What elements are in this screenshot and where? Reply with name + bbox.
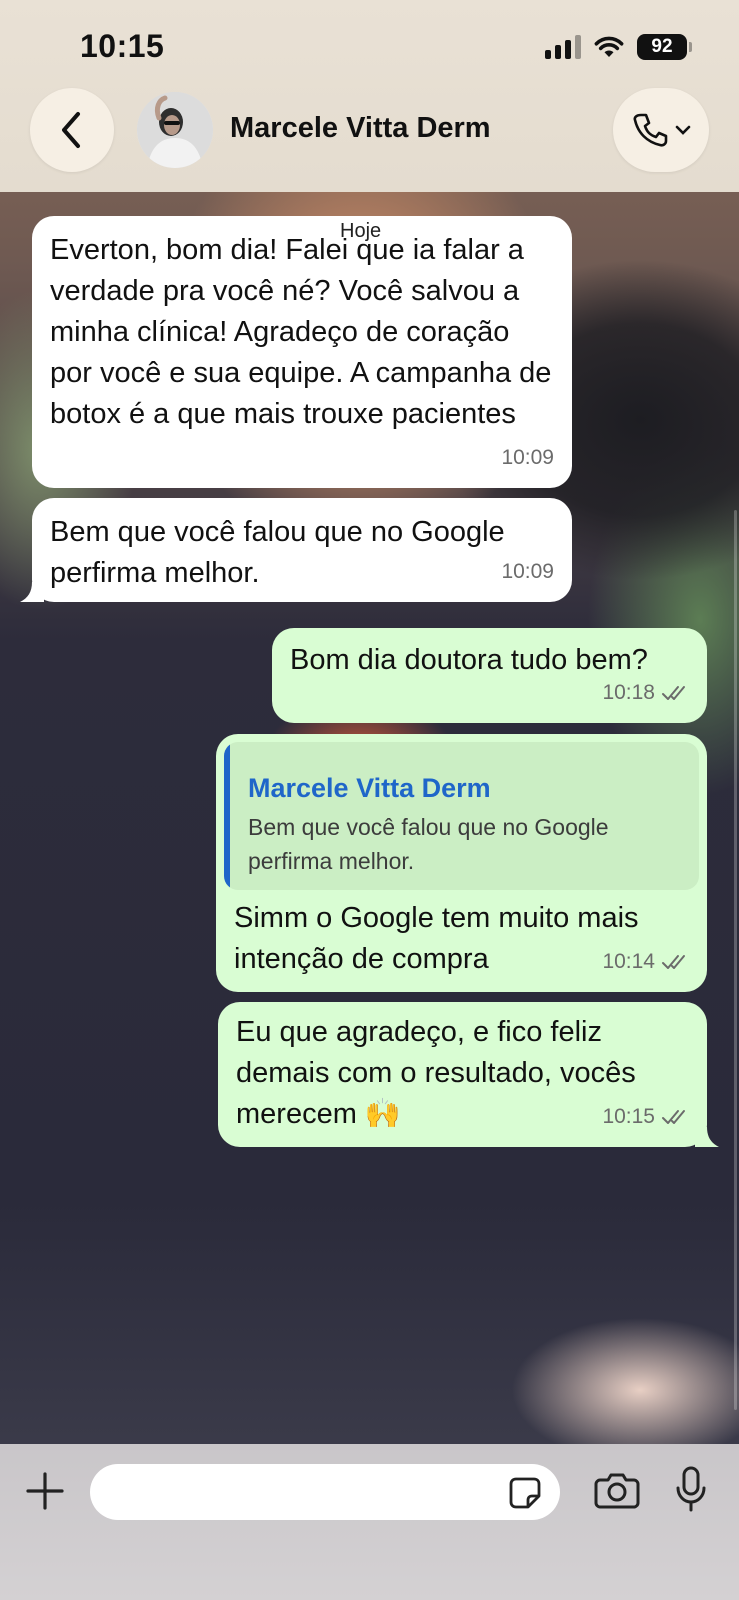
wifi-icon xyxy=(594,36,624,57)
message-time: 10:09 xyxy=(501,446,554,469)
avatar[interactable] xyxy=(137,92,213,168)
double-check-icon xyxy=(661,1108,689,1126)
contact-name[interactable]: Marcele Vitta Derm xyxy=(230,112,491,145)
message-outgoing[interactable]: Eu que agradeço, e fico feliz demais com… xyxy=(218,1002,719,1147)
chevron-down-icon xyxy=(675,125,691,135)
message-outgoing[interactable]: Bom dia doutora tudo bem? 10:18 xyxy=(272,628,707,723)
double-check-icon xyxy=(661,684,689,702)
sticker-icon[interactable] xyxy=(508,1476,542,1510)
chevron-left-icon xyxy=(62,112,80,148)
message-incoming[interactable]: Everton, bom dia! Falei que ia falar a v… xyxy=(32,216,572,488)
bubble-tail xyxy=(695,1127,719,1147)
quoted-author: Marcele Vitta Derm xyxy=(248,773,491,803)
quoted-text: Bem que você falou que no Google perfirm… xyxy=(248,814,609,874)
camera-icon[interactable] xyxy=(594,1470,640,1510)
phone-icon xyxy=(633,113,668,147)
quote-accent-bar xyxy=(224,742,230,890)
microphone-icon[interactable] xyxy=(674,1466,708,1514)
message-time: 10:15 xyxy=(602,1096,689,1137)
battery-icon: 92 xyxy=(637,34,692,60)
message-input[interactable] xyxy=(90,1464,560,1520)
message-time: 10:09 xyxy=(501,560,554,583)
double-check-icon xyxy=(661,953,689,971)
composer-bar xyxy=(0,1444,739,1600)
message-text: Bem que você falou que no Google perfirm… xyxy=(50,516,505,589)
message-incoming[interactable]: Bem que você falou que no Google perfirm… xyxy=(20,498,572,602)
back-button[interactable] xyxy=(30,88,114,172)
chat-header: 10:15 92 Marcele Vitta Derm xyxy=(0,0,739,192)
message-outgoing-reply[interactable]: Marcele Vitta Derm Bem que você falou qu… xyxy=(216,734,707,992)
signal-icon xyxy=(545,35,581,59)
quoted-message[interactable]: Marcele Vitta Derm Bem que você falou qu… xyxy=(224,742,699,890)
bubble-tail xyxy=(20,582,44,602)
plus-icon[interactable] xyxy=(24,1470,66,1512)
message-text: Everton, bom dia! Falei que ia falar a v… xyxy=(50,234,552,430)
message-time: 10:14 xyxy=(602,941,689,982)
date-separator: Hoje xyxy=(340,220,382,242)
status-icons: 92 xyxy=(545,34,692,60)
call-button[interactable] xyxy=(613,88,709,172)
message-time: 10:18 xyxy=(602,672,689,713)
status-time: 10:15 xyxy=(80,28,165,64)
scrollbar[interactable] xyxy=(734,510,737,1410)
